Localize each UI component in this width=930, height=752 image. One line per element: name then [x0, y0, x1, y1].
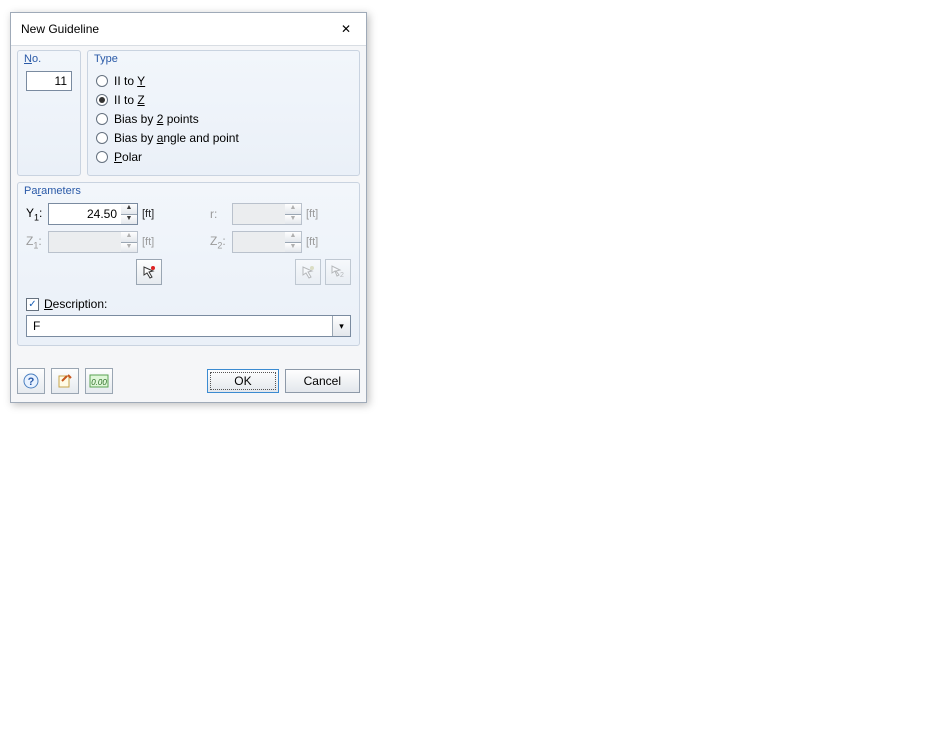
svg-text:C: C [674, 376, 681, 388]
y1-unit: [ft] [138, 208, 162, 220]
svg-text:5: 5 [387, 383, 393, 395]
y1-label: Y1: [26, 206, 48, 222]
grid-bubble: 3 [849, 548, 871, 564]
grid-bubble: D [736, 381, 758, 397]
pick-point-1-icon[interactable] [136, 259, 162, 285]
radio-bias-angle[interactable]: Bias by angle and point [96, 129, 351, 147]
r-input [232, 203, 285, 225]
pick-point-2-icon [295, 259, 321, 285]
grid-bubble: 2 [134, 470, 156, 486]
no-input[interactable] [26, 71, 72, 91]
z2-label: Z2: [210, 234, 232, 250]
svg-text:4: 4 [297, 405, 303, 417]
r-label: r: [210, 207, 232, 221]
grid-bubble: 3 [254, 432, 276, 448]
radio-bias-2points[interactable]: Bias by 2 points [96, 110, 351, 128]
grid-bubble: C [322, 652, 344, 668]
group-no: No. [17, 50, 81, 176]
grid-bubble: 1 [92, 507, 114, 523]
svg-text:1: 1 [830, 660, 836, 672]
svg-text:z: z [222, 588, 227, 599]
grid-bubble: 1 [822, 657, 844, 673]
z1-unit: [ft] [138, 236, 162, 248]
radio-polar[interactable]: Polar [96, 148, 351, 166]
svg-text:A: A [533, 363, 541, 375]
grid-bubble: 2 [845, 594, 867, 610]
svg-text:2: 2 [340, 272, 344, 279]
grid-bubble: 5 [379, 380, 401, 396]
svg-text:?: ? [28, 376, 35, 388]
grid-bubble: 4 [851, 489, 873, 505]
svg-text:3: 3 [262, 435, 268, 447]
description-combo[interactable]: ▾ [26, 315, 351, 337]
description-checkbox[interactable]: ✓ Description: [26, 297, 351, 311]
r-unit: [ft] [302, 208, 326, 220]
svg-text:3: 3 [857, 551, 863, 563]
checkmark-icon: ✓ [26, 298, 39, 311]
z2-input [232, 231, 285, 253]
grid-bubble: C [667, 373, 689, 389]
radio-parallel-y[interactable]: II to Y [96, 72, 351, 90]
units-icon[interactable]: 0.00 [85, 368, 113, 394]
z1-label: Z1: [26, 234, 48, 250]
svg-text:E: E [541, 715, 548, 727]
svg-text:x: x [262, 540, 267, 551]
svg-text:2: 2 [142, 473, 148, 485]
svg-text:y: y [186, 561, 191, 572]
y1-spinner[interactable]: ▲▼ [48, 203, 138, 225]
group-parameters: Parameters Y1: ▲▼ [ft] r: ▲▼ [ft] Z1: [17, 182, 360, 346]
z1-input [48, 231, 121, 253]
grid-bubble: E [533, 712, 555, 728]
svg-text:5: 5 [862, 446, 868, 458]
help-icon[interactable]: ? [17, 368, 45, 394]
titlebar[interactable]: New Guideline ✕ [11, 13, 366, 46]
z2-unit: [ft] [302, 236, 326, 248]
svg-text:D: D [743, 384, 751, 396]
svg-text:1: 1 [100, 510, 106, 522]
y1-up-icon[interactable]: ▲ [121, 204, 137, 214]
grid-bubble: 4 [289, 402, 311, 418]
dialog-title: New Guideline [21, 22, 99, 36]
svg-text:C: C [329, 655, 336, 667]
radio-parallel-z[interactable]: II to Z [96, 91, 351, 109]
grid-bubble: E [808, 391, 830, 407]
svg-text:B: B [199, 625, 206, 637]
grid-bubble: A [526, 360, 548, 376]
svg-text:D: D [426, 685, 434, 697]
svg-text:E: E [816, 394, 823, 406]
z1-spinner: ▲▼ [48, 231, 138, 253]
grid-bubble: D [419, 682, 441, 698]
grid-bubble: 5 [854, 443, 876, 459]
group-type-legend: Type [94, 53, 118, 65]
pick-two-points-icon: 2 [325, 259, 351, 285]
z2-spinner: ▲▼ [232, 231, 302, 253]
grid-bubble: A [102, 592, 124, 608]
svg-text:B: B [602, 370, 609, 382]
group-type: Type II to Y II to Z Bias by 2 points Bi… [87, 50, 360, 176]
svg-text:0.00: 0.00 [91, 378, 107, 387]
svg-text:2: 2 [853, 597, 859, 609]
description-input[interactable] [27, 316, 332, 336]
y1-down-icon[interactable]: ▼ [121, 214, 137, 224]
ok-button[interactable]: OK [207, 369, 278, 393]
svg-text:A: A [109, 595, 117, 607]
grid-bubble: B [595, 367, 617, 383]
svg-text:4: 4 [859, 492, 865, 504]
r-spinner: ▲▼ [232, 203, 302, 225]
close-icon[interactable]: ✕ [336, 19, 356, 39]
y1-input[interactable] [48, 203, 121, 225]
grid-bubble: B [192, 622, 214, 638]
cancel-button[interactable]: Cancel [285, 369, 360, 393]
chevron-down-icon[interactable]: ▾ [332, 316, 350, 336]
new-guideline-dialog: New Guideline ✕ No. Type II to Y II to Z… [10, 12, 367, 403]
edit-icon[interactable] [51, 368, 79, 394]
